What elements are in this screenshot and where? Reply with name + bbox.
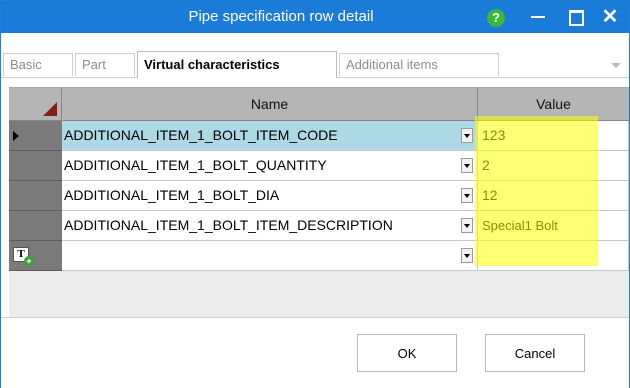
value-cell[interactable]: 12 — [478, 181, 629, 211]
window-title: Pipe specification row detail — [188, 8, 374, 25]
tab-overflow-icon[interactable] — [611, 63, 621, 68]
tab-basic[interactable]: Basic — [3, 53, 73, 76]
grid-corner[interactable] — [9, 88, 62, 121]
tab-virtual-characteristics[interactable]: Virtual characteristics — [137, 51, 337, 78]
cancel-button[interactable]: Cancel — [485, 334, 585, 372]
dropdown-arrow-icon[interactable] — [461, 158, 473, 173]
dropdown-arrow-icon[interactable] — [461, 248, 473, 263]
name-cell[interactable]: ADDITIONAL_ITEM_1_BOLT_QUANTITY — [62, 151, 478, 181]
row-header[interactable] — [9, 121, 62, 151]
value-cell[interactable]: 123 — [478, 121, 629, 151]
minimize-icon[interactable] — [531, 16, 545, 18]
ok-button[interactable]: OK — [357, 334, 457, 372]
add-icon: + — [24, 256, 34, 266]
value-cell[interactable]: 2 — [478, 151, 629, 181]
column-header-value[interactable]: Value — [478, 88, 629, 121]
row-header[interactable] — [9, 151, 62, 181]
new-row-icon: T + — [13, 247, 34, 266]
tab-part[interactable]: Part — [75, 53, 135, 76]
dropdown-arrow-icon[interactable] — [461, 218, 473, 233]
name-cell-text: ADDITIONAL_ITEM_1_BOLT_ITEM_CODE — [64, 127, 338, 143]
name-cell-text: ADDITIONAL_ITEM_1_BOLT_QUANTITY — [64, 157, 327, 173]
help-icon[interactable]: ? — [487, 9, 505, 27]
dropdown-arrow-icon[interactable] — [461, 128, 473, 143]
characteristics-grid: Name Value ADDITIONAL_ITEM_1_BOLT_ITEM_C… — [9, 87, 629, 318]
dialog-window: Pipe specification row detail ? ✕ Basic … — [0, 0, 630, 388]
name-cell[interactable]: ADDITIONAL_ITEM_1_BOLT_DIA — [62, 181, 478, 211]
new-value-cell[interactable] — [478, 241, 629, 271]
row-header[interactable] — [9, 181, 62, 211]
value-cell[interactable]: Special1 Bolt — [478, 211, 629, 241]
close-icon[interactable]: ✕ — [597, 5, 623, 29]
row-header[interactable] — [9, 211, 62, 241]
current-row-icon — [13, 131, 19, 141]
name-cell[interactable]: ADDITIONAL_ITEM_1_BOLT_ITEM_CODE — [62, 121, 478, 151]
new-name-cell[interactable] — [62, 241, 478, 271]
tab-additional-items[interactable]: Additional items — [339, 53, 499, 76]
maximize-icon[interactable] — [569, 10, 584, 26]
new-row-header[interactable]: T + — [9, 241, 62, 271]
corner-triangle-icon — [43, 102, 57, 116]
name-cell-text: ADDITIONAL_ITEM_1_BOLT_DIA — [64, 187, 280, 203]
title-bar[interactable]: Pipe specification row detail ? ✕ — [1, 1, 629, 33]
name-cell-text: ADDITIONAL_ITEM_1_BOLT_ITEM_DESCRIPTION — [64, 217, 393, 233]
dropdown-arrow-icon[interactable] — [461, 188, 473, 203]
column-header-name[interactable]: Name — [62, 88, 478, 121]
tab-strip: Basic Part Virtual characteristics Addit… — [1, 33, 629, 87]
name-cell[interactable]: ADDITIONAL_ITEM_1_BOLT_ITEM_DESCRIPTION — [62, 211, 478, 241]
button-bar: OK Cancel — [1, 317, 629, 388]
